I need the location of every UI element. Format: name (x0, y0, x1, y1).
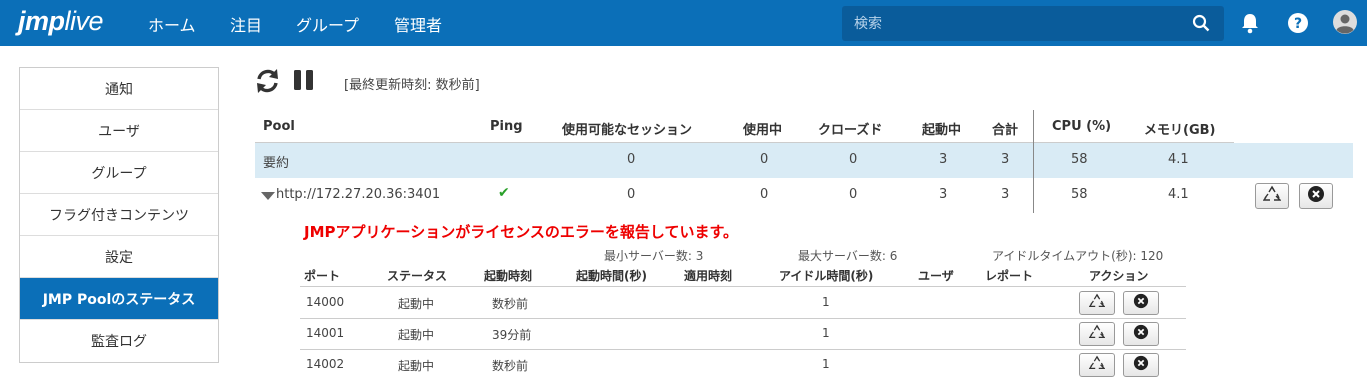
idle-timeout: アイドルタイムアウト(秒): 120 (992, 249, 1164, 263)
row-start-time: 数秒前 (492, 297, 529, 311)
recycle-button[interactable] (1079, 322, 1115, 346)
row-status: 起動中 (398, 359, 435, 373)
row-idle-time: 1 (822, 357, 830, 371)
pool-in-use: 0 (760, 187, 769, 202)
col-ping: Ping (490, 119, 523, 134)
nav-groups[interactable]: グループ (296, 12, 359, 36)
sidebar-item-jmp-pool-status[interactable]: JMP Poolのステータス (20, 278, 218, 320)
sidebar-item-users[interactable]: ユーザ (20, 110, 218, 152)
sidebar-item-flagged-content[interactable]: フラグ付きコンテンツ (20, 194, 218, 236)
col-closed: クローズド (818, 123, 883, 138)
pool-total: 3 (1001, 187, 1010, 202)
summary-memory: 4.1 (1168, 152, 1189, 167)
sidebar-item-groups[interactable]: グループ (20, 152, 218, 194)
col-cpu: CPU (%) (1052, 119, 1112, 134)
nav-home[interactable]: ホーム (148, 12, 196, 36)
col-status: ステータス (387, 269, 448, 283)
nav-admin[interactable]: 管理者 (394, 12, 442, 36)
summary-starting: 3 (939, 152, 948, 167)
summary-closed: 0 (849, 152, 858, 167)
col-idle-time: アイドル時間(秒) (779, 269, 874, 283)
row-idle-time: 1 (822, 295, 830, 309)
refresh-icon[interactable] (255, 68, 280, 98)
recycle-button[interactable] (1079, 353, 1115, 377)
col-pool: Pool (263, 119, 295, 134)
recycle-icon (1088, 324, 1106, 344)
pause-icon[interactable] (293, 68, 315, 96)
pool-memory: 4.1 (1168, 187, 1189, 202)
col-applied-time: 適用時刻 (684, 269, 733, 283)
admin-sidebar: 通知 ユーザ グループ フラグ付きコンテンツ 設定 JMP Poolのステータス… (19, 67, 219, 363)
pool-cpu: 58 (1071, 187, 1088, 202)
column-divider (1033, 110, 1034, 213)
col-user: ユーザ (918, 269, 954, 283)
subtable-header-divider (300, 286, 1186, 287)
pool-closed: 0 (849, 187, 858, 202)
col-actions: アクション (1089, 269, 1149, 283)
license-error-message: JMPアプリケーションがライセンスのエラーを報告しています。 (304, 223, 738, 241)
row-divider (300, 349, 1186, 350)
close-button[interactable] (1123, 322, 1159, 346)
nav-featured[interactable]: 注目 (230, 12, 262, 36)
sidebar-item-settings[interactable]: 設定 (20, 236, 218, 278)
summary-in-use: 0 (760, 152, 769, 167)
col-total: 合計 (992, 123, 1019, 138)
bell-icon[interactable] (1240, 12, 1260, 38)
col-starting: 起動中 (922, 123, 962, 138)
row-divider (300, 318, 1186, 319)
row-start-time: 数秒前 (492, 359, 529, 373)
pool-close-button[interactable] (1299, 183, 1333, 209)
sidebar-item-notifications[interactable]: 通知 (20, 68, 218, 110)
col-memory: メモリ(GB) (1144, 123, 1216, 138)
max-servers: 最大サーバー数: 6 (798, 249, 898, 263)
ping-ok-icon: ✔ (498, 185, 510, 201)
pool-available: 0 (627, 187, 636, 202)
row-port: 14001 (306, 326, 345, 340)
top-bar: jmplive ホーム 注目 グループ 管理者 ? (0, 0, 1367, 46)
row-start-time: 39分前 (492, 328, 532, 342)
col-in-use: 使用中 (743, 123, 783, 138)
close-circle-icon (1133, 293, 1149, 313)
recycle-icon (1088, 293, 1106, 313)
search-box (842, 6, 1224, 41)
row-status: 起動中 (398, 328, 435, 342)
summary-available: 0 (627, 152, 636, 167)
close-circle-icon (1133, 355, 1149, 375)
col-uptime: 起動時間(秒) (576, 269, 647, 283)
last-updated-text: [最終更新時刻: 数秒前] (344, 78, 480, 93)
avatar[interactable] (1333, 10, 1357, 38)
row-port: 14000 (306, 295, 345, 309)
row-status: 起動中 (398, 297, 435, 311)
col-port: ポート (304, 269, 341, 283)
close-button[interactable] (1123, 291, 1159, 315)
expand-caret-icon[interactable] (261, 190, 275, 205)
pool-starting: 3 (939, 187, 948, 202)
summary-cpu: 58 (1071, 152, 1088, 167)
close-circle-icon (1133, 324, 1149, 344)
pool-url[interactable]: http://172.27.20.36:3401 (276, 187, 440, 202)
col-report: レポート (985, 269, 1034, 283)
recycle-icon (1262, 185, 1282, 207)
min-servers: 最小サーバー数: 3 (604, 249, 704, 263)
help-icon[interactable]: ? (1287, 12, 1309, 38)
svg-text:?: ? (1294, 16, 1302, 32)
summary-total: 3 (1001, 152, 1010, 167)
search-input[interactable] (842, 6, 1182, 41)
sidebar-item-audit-log[interactable]: 監査ログ (20, 320, 218, 362)
recycle-icon (1088, 355, 1106, 375)
recycle-button[interactable] (1079, 291, 1115, 315)
row-idle-time: 1 (822, 326, 830, 340)
summary-name: 要約 (263, 156, 290, 171)
col-start-time: 起動時刻 (484, 269, 533, 283)
close-circle-icon (1307, 185, 1325, 207)
logo[interactable]: jmplive (18, 6, 104, 37)
pool-recycle-button[interactable] (1255, 183, 1289, 209)
row-port: 14002 (306, 357, 345, 371)
search-icon[interactable] (1192, 14, 1210, 36)
close-button[interactable] (1123, 353, 1159, 377)
col-available-sessions: 使用可能なセッション (562, 123, 693, 138)
